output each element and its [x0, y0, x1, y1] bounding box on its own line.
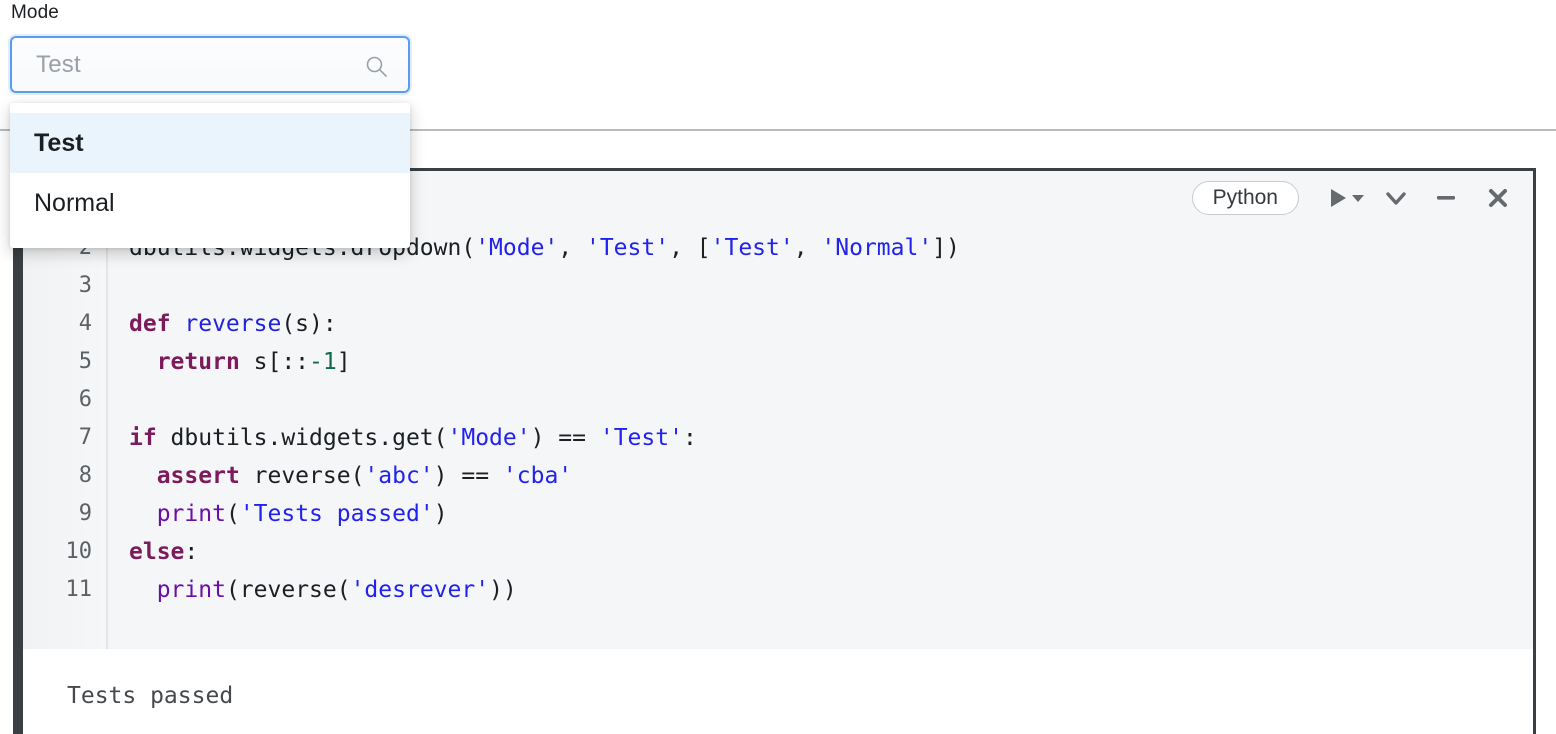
- cell-output: Tests passed: [23, 649, 1533, 734]
- code-token: 'desrever': [350, 577, 490, 603]
- run-cell-button[interactable]: [1321, 187, 1365, 209]
- code-token: return: [156, 349, 240, 375]
- line-number: 11: [65, 577, 93, 602]
- code-token: ]): [932, 235, 960, 261]
- code-token: print: [156, 577, 226, 603]
- code-token: 'Test': [585, 235, 670, 261]
- dropdown-option-label: Test: [34, 128, 84, 157]
- mode-dropdown-value: Test: [36, 51, 81, 78]
- cell-selection-bar: [13, 168, 23, 734]
- language-badge[interactable]: Python: [1191, 181, 1299, 215]
- code-token: dbutils.widgets.get(: [156, 425, 448, 451]
- line-number-gutter: 234567891011: [23, 225, 108, 649]
- code-token: :: [184, 539, 199, 565]
- line-number: 5: [78, 349, 92, 374]
- run-dropdown-caret-icon[interactable]: [1351, 191, 1365, 205]
- code-token: 'Tests passed': [239, 501, 434, 527]
- mode-dropdown-menu[interactable]: Test Normal: [10, 103, 410, 248]
- notebook-cell: Python 3 4 5 6 7 8 9 10 11 dbutils.widge…: [13, 168, 1536, 734]
- search-icon: [364, 54, 388, 78]
- code-token: )): [489, 577, 517, 603]
- code-token: , [: [669, 235, 711, 261]
- code-token: (s):: [281, 311, 337, 337]
- code-token: 'Test': [599, 425, 683, 451]
- dropdown-option-test[interactable]: Test: [10, 113, 410, 173]
- code-line[interactable]: assert reverse('abc') == 'cba': [129, 457, 1533, 495]
- page-root: Mode Test Test Normal Python 3 4 5 6 7 8…: [0, 0, 1556, 734]
- code-token: ) ==: [433, 463, 503, 489]
- code-token: ) ==: [530, 425, 600, 451]
- code-token: ,: [793, 235, 822, 261]
- line-number: 7: [78, 425, 92, 450]
- code-token: reverse(: [239, 463, 365, 489]
- code-line[interactable]: else:: [129, 533, 1533, 571]
- code-line[interactable]: print(reverse('desrever')): [129, 571, 1533, 609]
- code-token: 'Mode': [447, 425, 531, 451]
- code-token: 'Test': [710, 235, 794, 261]
- code-token: ,: [558, 235, 586, 261]
- dropdown-option-label: Normal: [34, 188, 115, 217]
- close-icon[interactable]: [1485, 185, 1511, 211]
- line-number: 8: [78, 463, 92, 488]
- code-token: 'Mode': [475, 235, 559, 261]
- code-editor[interactable]: 234567891011 dbutils.widgets.dropdown('M…: [23, 225, 1533, 649]
- code-token: def: [129, 311, 185, 337]
- widget-label: Mode: [11, 2, 59, 23]
- code-line[interactable]: def reverse(s):: [129, 305, 1533, 343]
- output-text: Tests passed: [67, 683, 234, 709]
- code-token: print: [156, 501, 226, 527]
- code-token: (: [225, 501, 240, 527]
- chevron-down-icon[interactable]: [1383, 185, 1409, 211]
- code-token: ]: [336, 349, 351, 375]
- code-token: reverse: [184, 311, 282, 337]
- code-token: else: [129, 539, 185, 565]
- line-number: 4: [78, 311, 92, 336]
- code-token: 'abc': [364, 463, 434, 489]
- code-token: 'cba': [502, 463, 573, 489]
- code-line[interactable]: print('Tests passed'): [129, 495, 1533, 533]
- code-token: (reverse(: [225, 577, 351, 603]
- code-token: :: [682, 425, 697, 451]
- code-line[interactable]: if dbutils.widgets.get('Mode') == 'Test'…: [129, 419, 1533, 457]
- code-line[interactable]: return s[::-1]: [129, 343, 1533, 381]
- run-icon[interactable]: [1327, 187, 1349, 209]
- code-token: -1: [309, 349, 337, 375]
- line-number: 3: [78, 273, 92, 298]
- code-token: s[::: [239, 349, 310, 375]
- code-content[interactable]: dbutils.widgets.dropdown('Mode', 'Test',…: [108, 225, 1533, 649]
- line-number: 9: [78, 501, 92, 526]
- code-token: 'Normal': [821, 235, 933, 261]
- code-line[interactable]: [129, 267, 1533, 305]
- language-label: Python: [1212, 186, 1278, 209]
- line-number: 10: [65, 539, 93, 564]
- code-line[interactable]: [129, 381, 1533, 419]
- code-token: assert: [156, 463, 240, 489]
- code-token: ): [433, 501, 448, 527]
- dropdown-option-normal[interactable]: Normal: [10, 173, 410, 233]
- mode-dropdown-input[interactable]: Test: [10, 36, 410, 93]
- code-token: if: [129, 425, 157, 451]
- minimize-icon[interactable]: [1433, 185, 1459, 211]
- line-number: 6: [78, 387, 92, 412]
